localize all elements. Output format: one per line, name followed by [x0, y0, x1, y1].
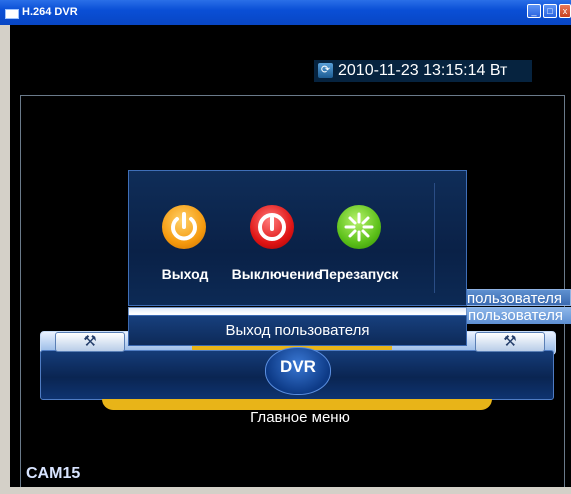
dvr-logo-text: DVR: [280, 357, 316, 376]
logout-dialog: Выход Выключение Перезапуск: [128, 170, 467, 306]
close-icon: x: [562, 6, 568, 16]
restart-label[interactable]: Перезапуск: [319, 266, 417, 282]
tools-button-right[interactable]: ⚒: [475, 332, 545, 352]
dvr-logo[interactable]: DVR: [265, 347, 331, 395]
datetime-text: 2010-11-23 13:15:14 Вт: [338, 62, 508, 79]
status-text: Выход пользователя: [225, 322, 370, 339]
tools-icon: ⚒: [503, 333, 517, 350]
submenu-item-logout[interactable]: Выход пользователя: [465, 289, 571, 306]
maximize-button[interactable]: □: [543, 4, 557, 18]
maximize-icon: □: [547, 6, 553, 16]
main-menu-label[interactable]: Главное меню: [240, 409, 360, 426]
app-icon: [5, 9, 19, 19]
tools-button-left[interactable]: ⚒: [55, 332, 125, 352]
video-screen[interactable]: ⟳ 2010-11-23 13:15:14 Вт ⚒ ⚒ DVR Главное…: [10, 25, 571, 487]
window-title: H.264 DVR: [22, 6, 78, 18]
tools-icon: ⚒: [83, 333, 97, 350]
divider: [434, 183, 435, 293]
shutdown-label[interactable]: Выключение: [228, 266, 322, 282]
power-off-icon[interactable]: [250, 205, 294, 249]
title-bar[interactable]: H.264 DVR _ □ x: [0, 0, 571, 25]
status-bar: Выход пользователя: [128, 315, 467, 346]
camera-label: CAM15: [26, 465, 81, 482]
submenu-item-label: Смена пользователя: [465, 307, 563, 324]
dvr-window: H.264 DVR _ □ x ⟳ 2010-11-23 13:15:14 Вт…: [0, 0, 571, 494]
power-icon[interactable]: [162, 205, 206, 249]
refresh-icon: ⟳: [318, 63, 333, 78]
minimize-icon: _: [531, 6, 537, 16]
submenu-item-label: Выход пользователя: [466, 290, 562, 306]
logout-label[interactable]: Выход: [153, 266, 217, 282]
restart-icon[interactable]: [337, 205, 381, 249]
close-button[interactable]: x: [559, 4, 571, 18]
datetime-display: ⟳ 2010-11-23 13:15:14 Вт: [314, 60, 532, 82]
minimize-button[interactable]: _: [527, 4, 541, 18]
submenu-item-switch-user[interactable]: Смена пользователя: [465, 307, 571, 324]
